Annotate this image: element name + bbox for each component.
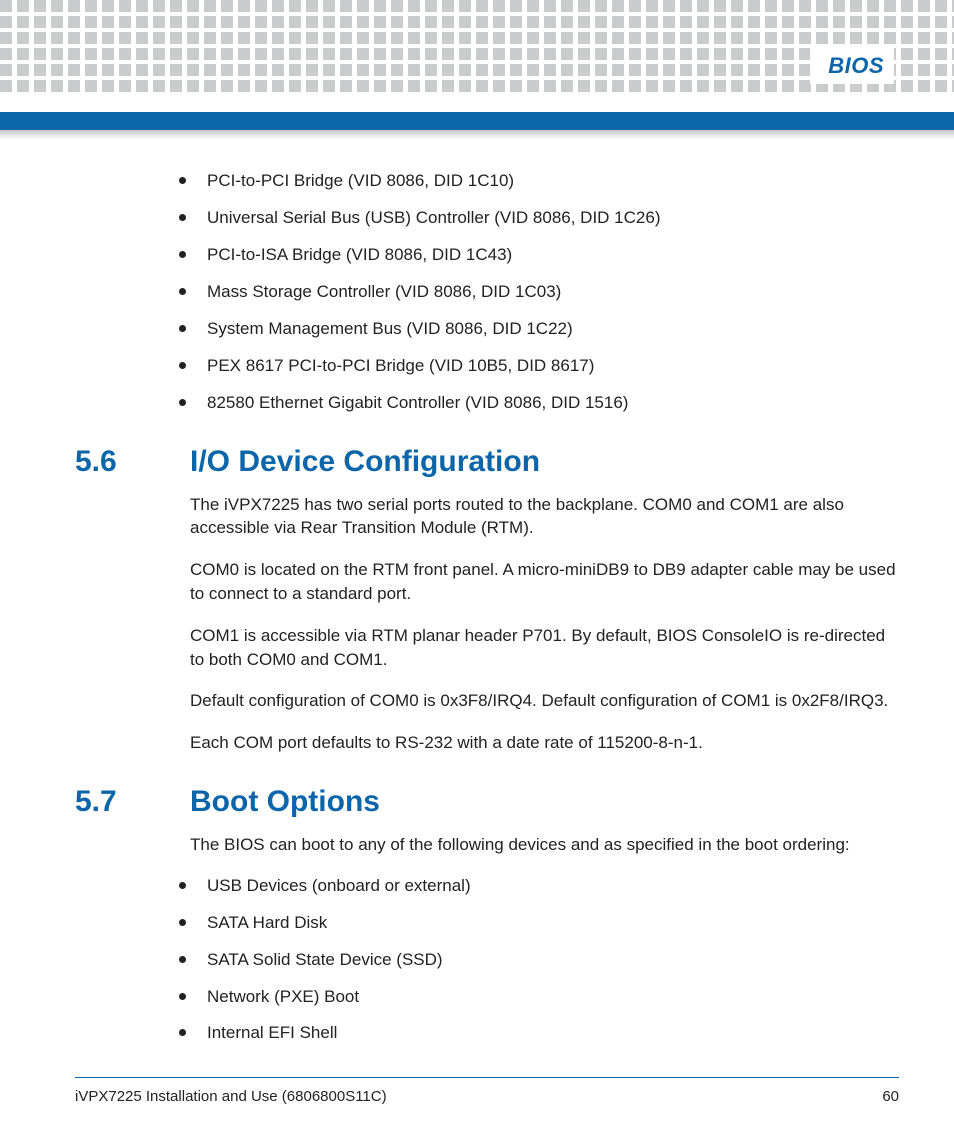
paragraph: COM1 is accessible via RTM planar header… — [190, 624, 899, 672]
footer-doc-title: iVPX7225 Installation and Use (6806800S1… — [75, 1088, 387, 1105]
header-blue-rule — [0, 112, 954, 130]
chapter-title: BIOS — [828, 53, 884, 79]
paragraph: The iVPX7225 has two serial ports routed… — [190, 493, 899, 541]
paragraph: The BIOS can boot to any of the followin… — [190, 833, 899, 857]
list-item: Internal EFI Shell — [175, 1022, 899, 1045]
paragraph: Default configuration of COM0 is 0x3F8/I… — [190, 689, 899, 713]
section-number: 5.7 — [75, 785, 190, 819]
list-item: 82580 Ethernet Gigabit Controller (VID 8… — [175, 392, 899, 415]
section-title: I/O Device Configuration — [190, 445, 540, 479]
paragraph: Each COM port defaults to RS-232 with a … — [190, 731, 899, 755]
section-number: 5.6 — [75, 445, 190, 479]
boot-options-list: USB Devices (onboard or external) SATA H… — [175, 875, 899, 1046]
section-heading-57: 5.7 Boot Options — [75, 785, 899, 819]
list-item: Mass Storage Controller (VID 8086, DID 1… — [175, 281, 899, 304]
header-grey-rule — [0, 130, 954, 140]
chapter-title-box: BIOS — [810, 48, 894, 84]
list-item: SATA Solid State Device (SSD) — [175, 949, 899, 972]
list-item: PCI-to-PCI Bridge (VID 8086, DID 1C10) — [175, 170, 899, 193]
device-list: PCI-to-PCI Bridge (VID 8086, DID 1C10) U… — [175, 170, 899, 415]
page-content: PCI-to-PCI Bridge (VID 8086, DID 1C10) U… — [75, 170, 899, 1073]
list-item: Universal Serial Bus (USB) Controller (V… — [175, 207, 899, 230]
list-item: Network (PXE) Boot — [175, 986, 899, 1009]
list-item: PEX 8617 PCI-to-PCI Bridge (VID 10B5, DI… — [175, 355, 899, 378]
footer-page-number: 60 — [882, 1088, 899, 1105]
paragraph: COM0 is located on the RTM front panel. … — [190, 558, 899, 606]
list-item: USB Devices (onboard or external) — [175, 875, 899, 898]
page-footer: iVPX7225 Installation and Use (6806800S1… — [75, 1077, 899, 1105]
section-heading-56: 5.6 I/O Device Configuration — [75, 445, 899, 479]
section-title: Boot Options — [190, 785, 380, 819]
list-item: SATA Hard Disk — [175, 912, 899, 935]
header-dot-pattern: BIOS — [0, 0, 954, 98]
list-item: PCI-to-ISA Bridge (VID 8086, DID 1C43) — [175, 244, 899, 267]
list-item: System Management Bus (VID 8086, DID 1C2… — [175, 318, 899, 341]
